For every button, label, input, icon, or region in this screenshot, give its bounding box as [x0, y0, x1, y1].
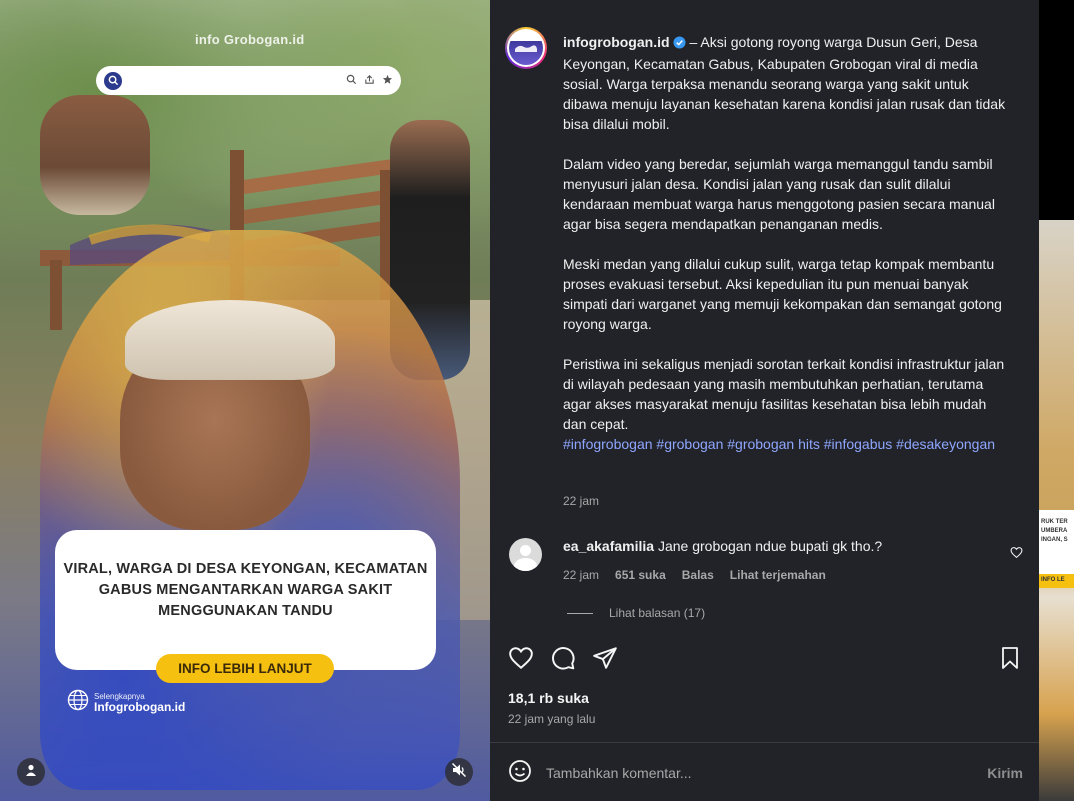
view-replies-button[interactable]: Lihat balasan (17)	[567, 606, 705, 620]
comment: ea_akafamilia Jane grobogan ndue bupati …	[563, 538, 882, 554]
see-translation-button[interactable]: Lihat terjemahan	[730, 568, 826, 582]
mute-icon	[451, 762, 467, 783]
overlay-headline-card: VIRAL, WARGA DI DESA KEYONGAN, KECAMATAN…	[55, 530, 436, 670]
search-icon	[346, 72, 357, 90]
like-heart-icon[interactable]	[508, 645, 534, 676]
brand-caption: Selengkapnya	[94, 691, 145, 701]
info-lebih-lanjut-button: INFO LEBIH LANJUT	[156, 654, 334, 683]
author-username[interactable]: infogrobogan.id	[563, 34, 670, 50]
caption-hashtags[interactable]: #infogrobogan #grobogan #grobogan hits #…	[563, 434, 1013, 454]
comment-like-heart-icon[interactable]	[1010, 546, 1023, 564]
view-replies-label: Lihat balasan (17)	[609, 606, 706, 620]
comment-time: 22 jam	[563, 568, 600, 582]
add-comment-bar: Tambahkan komentar... Kirim	[508, 758, 1023, 788]
save-bookmark-icon[interactable]	[998, 645, 1022, 676]
mute-button[interactable]	[445, 758, 473, 786]
comment-likes[interactable]: 651 suka	[615, 568, 666, 582]
commenter-avatar[interactable]	[509, 538, 542, 571]
post-comment-button[interactable]: Kirim	[987, 765, 1023, 781]
caption-paragraph: Peristiwa ini sekaligus menjadi sorotan …	[563, 356, 1005, 432]
headline-text: VIRAL, WARGA DI DESA KEYONGAN, KECAMATAN…	[63, 560, 428, 619]
posted-time: 22 jam yang lalu	[508, 712, 596, 726]
globe-icon	[67, 689, 89, 716]
person-cap	[125, 300, 335, 380]
search-icon	[104, 71, 122, 90]
author-avatar[interactable]	[505, 27, 547, 69]
share-paper-plane-icon[interactable]	[592, 645, 618, 676]
next-post-button: INFO LE	[1039, 574, 1074, 588]
caption-time: 22 jam	[563, 494, 600, 508]
person-left	[40, 95, 150, 215]
post-video[interactable]: info Grobogan.id VIRAL, WARGA DI DESA KE…	[0, 0, 490, 801]
comment-meta: 22 jam 651 suka Balas Lihat terjemahan	[563, 568, 842, 582]
post-caption: infogrobogan.id – Aksi gotong royong warg…	[563, 32, 1013, 454]
emoji-icon[interactable]	[508, 759, 532, 788]
likes-count[interactable]: 18,1 rb suka	[508, 690, 589, 706]
post-details-panel: infogrobogan.id – Aksi gotong royong warg…	[490, 0, 1039, 801]
replies-line	[567, 612, 593, 614]
user-tag-icon	[24, 763, 38, 782]
comment-input[interactable]: Tambahkan komentar...	[546, 765, 692, 781]
star-icon	[382, 72, 393, 90]
brand-footer: Selengkapnya Infogrobogan.id	[67, 689, 185, 716]
share-icon	[364, 72, 375, 90]
caption-paragraph: Meski medan yang dilalui cukup sulit, wa…	[563, 256, 1002, 332]
verified-badge-icon	[672, 34, 686, 54]
overlay-search-bar	[96, 66, 401, 95]
comment-text: Jane grobogan ndue bupati gk tho.?	[657, 538, 883, 554]
next-post-card-text: RUK TER UMBERA INGAN, S	[1039, 510, 1074, 580]
divider	[490, 742, 1039, 743]
video-watermark: info Grobogan.id	[195, 32, 305, 47]
instagram-post-viewer: info Grobogan.id VIRAL, WARGA DI DESA KE…	[0, 0, 1074, 801]
reply-button[interactable]: Balas	[682, 568, 714, 582]
caption-paragraph: Dalam video yang beredar, sejumlah warga…	[563, 156, 995, 232]
next-post-preview[interactable]: RUK TER UMBERA INGAN, S INFO LE	[1039, 0, 1074, 801]
post-actions	[508, 645, 618, 676]
commenter-username[interactable]: ea_akafamilia	[563, 538, 654, 554]
brand-name: Infogrobogan.id	[94, 699, 186, 714]
tagged-users-button[interactable]	[17, 758, 45, 786]
comment-bubble-icon[interactable]	[550, 645, 576, 676]
